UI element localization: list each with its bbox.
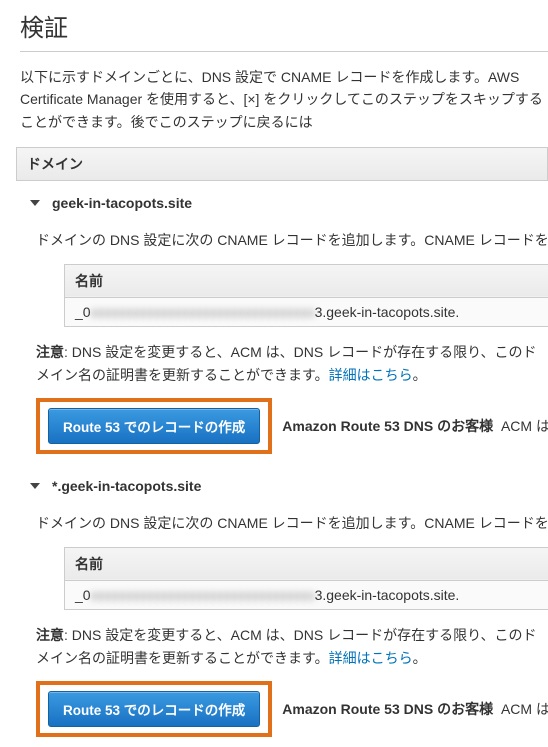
domain-name: *.geek-in-tacopots.site [52,478,201,494]
route53-customer-text: Amazon Route 53 DNS のお客様 ACM は [282,416,548,436]
note-label: 注意 [36,344,64,360]
record-name-header: 名前 [65,264,548,297]
domain-desc: ドメインの DNS 設定に次の CNAME レコードを追加します。CNAME レ… [36,229,548,251]
learn-more-link[interactable]: 詳細はこちら [329,650,413,666]
note-text: 注意: DNS 設定を変更すると、ACM は、DNS レコードが存在する限り、こ… [36,341,548,389]
note-label: 注意 [36,627,64,643]
highlight-box: Route 53 でのレコードの作成 [36,681,272,737]
cname-record-table: 名前 _0xxxxxxxxxxxxxxxxxxxxxxxxxxxxxxxx3.g… [64,264,548,327]
caret-down-icon [30,483,40,489]
domain-block: *.geek-in-tacopots.site ドメインの DNS 設定に次の … [20,464,548,747]
domain-block: geek-in-tacopots.site ドメインの DNS 設定に次の CN… [20,181,548,464]
page-title: 検証 [20,8,548,43]
record-name-value: _0xxxxxxxxxxxxxxxxxxxxxxxxxxxxxxxx3.geek… [65,580,548,609]
divider [20,51,548,52]
intro-text: 以下に示すドメインごとに、DNS 設定で CNAME レコードを作成します。AW… [20,66,548,133]
route53-customer-text: Amazon Route 53 DNS のお客様 ACM は [282,699,548,719]
domain-section-header: ドメイン [16,147,548,181]
record-name-value: _0xxxxxxxxxxxxxxxxxxxxxxxxxxxxxxxx3.geek… [65,297,548,326]
domain-toggle[interactable]: geek-in-tacopots.site [30,195,548,211]
learn-more-link[interactable]: 詳細はこちら [329,367,413,383]
cname-record-table: 名前 _0xxxxxxxxxxxxxxxxxxxxxxxxxxxxxxxx3.g… [64,547,548,610]
domain-name: geek-in-tacopots.site [52,195,192,211]
create-route53-record-button[interactable]: Route 53 でのレコードの作成 [48,691,260,727]
note-text: 注意: DNS 設定を変更すると、ACM は、DNS レコードが存在する限り、こ… [36,624,548,672]
domain-toggle[interactable]: *.geek-in-tacopots.site [30,478,548,494]
record-name-header: 名前 [65,547,548,580]
caret-down-icon [30,200,40,206]
create-route53-record-button[interactable]: Route 53 でのレコードの作成 [48,408,260,444]
highlight-box: Route 53 でのレコードの作成 [36,398,272,454]
domain-desc: ドメインの DNS 設定に次の CNAME レコードを追加します。CNAME レ… [36,512,548,534]
